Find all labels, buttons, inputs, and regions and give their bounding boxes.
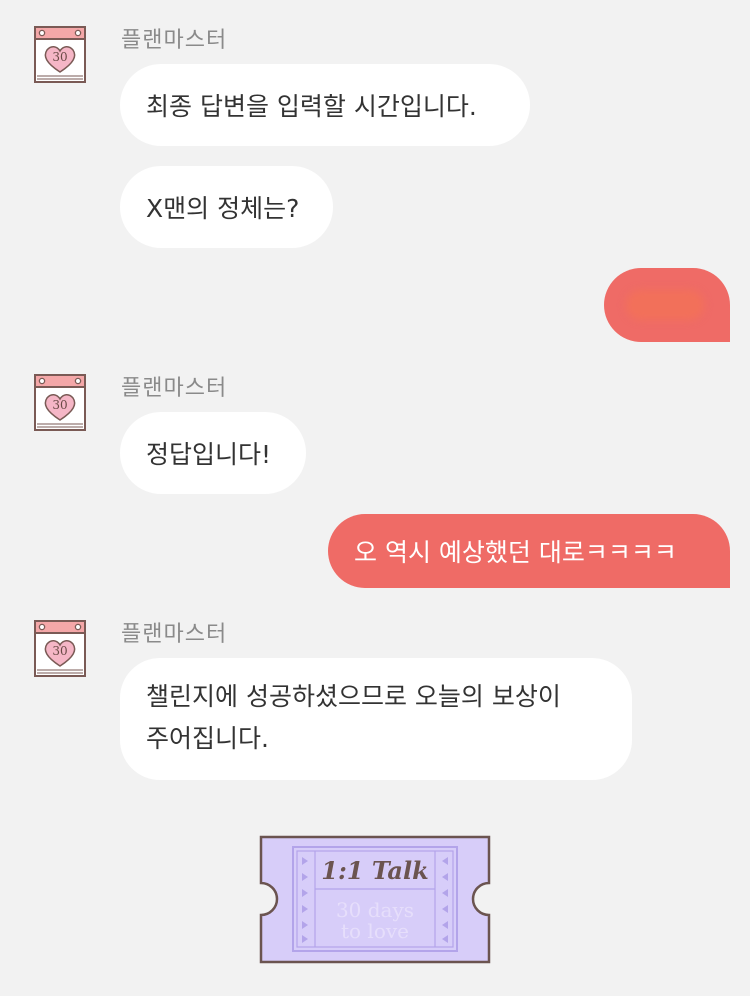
calendar-heart-icon: 30 — [34, 374, 86, 431]
bot-avatar[interactable]: 30 — [34, 373, 86, 431]
svg-text:1:1 Talk: 1:1 Talk — [321, 856, 428, 885]
message-text: 최종 답변을 입력할 시간입니다. — [146, 92, 477, 121]
incoming-message[interactable]: 최종 답변을 입력할 시간입니다. — [120, 64, 530, 146]
outgoing-message-redacted[interactable] — [604, 268, 730, 342]
message-text: X맨의 정체는? — [146, 194, 300, 223]
message-text-line-1: 챌린지에 성공하셨으므로 오늘의 보상이 — [146, 682, 561, 711]
sender-name: 플랜마스터 — [121, 376, 228, 401]
svg-text:30: 30 — [52, 644, 67, 658]
redacted-text — [626, 290, 704, 320]
calendar-heart-icon: 30 — [34, 26, 86, 83]
bot-avatar[interactable]: 30 — [34, 619, 86, 677]
incoming-message[interactable]: 챌린지에 성공하셨으므로 오늘의 보상이 주어집니다. — [120, 658, 632, 780]
message-text: 오 역시 예상했던 대로ㅋㅋㅋㅋ — [354, 538, 677, 567]
incoming-message[interactable]: X맨의 정체는? — [120, 166, 333, 248]
sender-name: 플랜마스터 — [121, 28, 228, 53]
bot-avatar[interactable]: 30 — [34, 25, 86, 83]
svg-text:to love: to love — [341, 919, 409, 943]
calendar-heart-icon: 30 — [34, 620, 86, 677]
outgoing-message[interactable]: 오 역시 예상했던 대로ㅋㅋㅋㅋ — [328, 514, 730, 588]
message-text: 정답입니다! — [146, 440, 272, 469]
ticket-icon: 1:1 Talk 30 days to love — [259, 835, 491, 964]
incoming-message[interactable]: 정답입니다! — [120, 412, 306, 494]
sender-name: 플랜마스터 — [121, 622, 228, 647]
svg-text:30: 30 — [52, 50, 67, 64]
message-text-line-2: 주어집니다. — [146, 724, 269, 753]
svg-text:30: 30 — [52, 398, 67, 412]
reward-ticket[interactable]: 1:1 Talk 30 days to love — [259, 835, 491, 964]
